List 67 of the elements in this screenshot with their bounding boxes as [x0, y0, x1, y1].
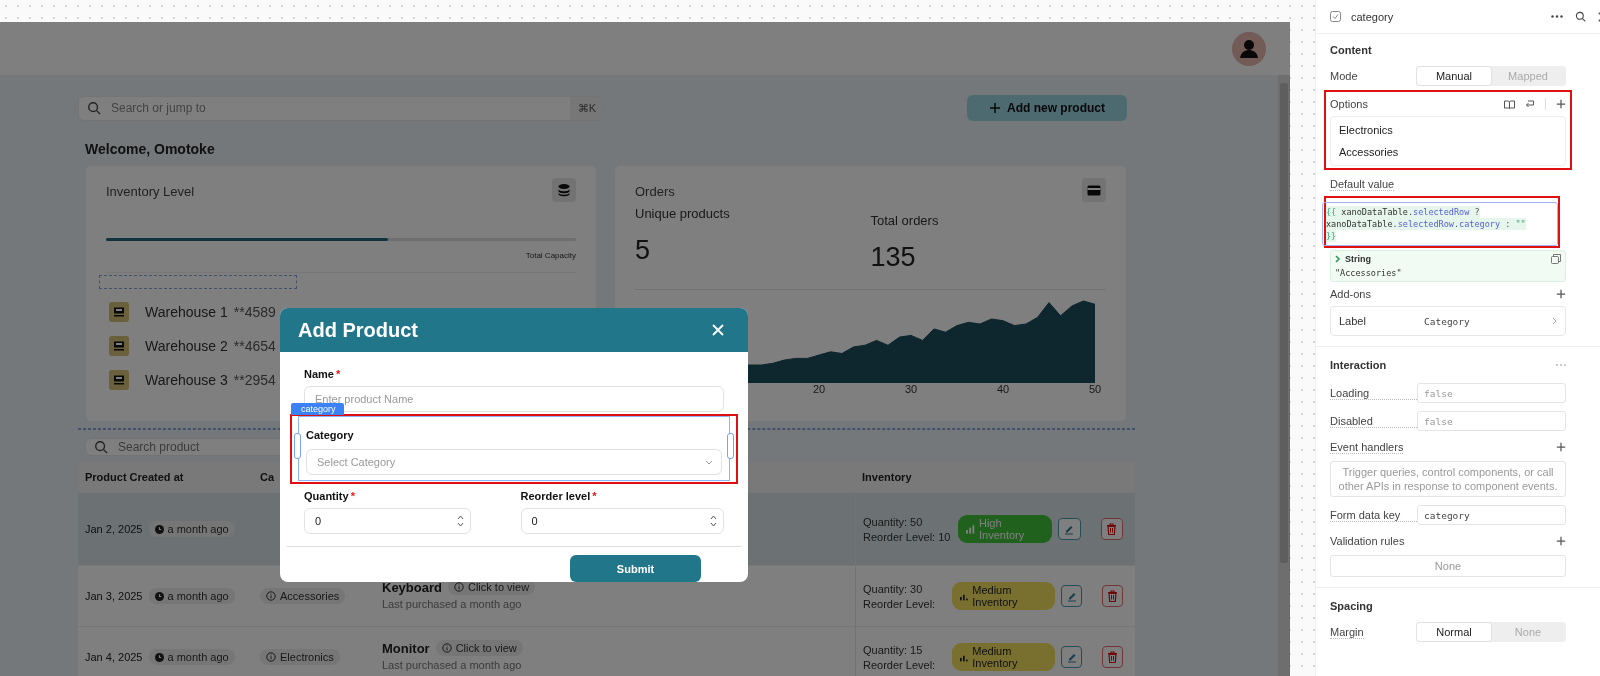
stock-level: High Inventory [978, 517, 1026, 541]
component-tag: category [291, 403, 344, 415]
field-label: Options [1330, 98, 1368, 110]
card-title: Inventory Level [106, 183, 195, 199]
component-name: category [1351, 10, 1395, 23]
axis-tick: 50 [1088, 383, 1102, 395]
category-name: Electronics [280, 651, 334, 663]
dialog-title: Add Product [298, 318, 418, 342]
created-date: Jan 3, 2025 [85, 590, 143, 602]
field-label: Add-ons [1330, 288, 1371, 300]
field-label: Quantity * [304, 490, 356, 502]
column-header: Product Created at [84, 471, 185, 483]
stat-label: Unique products [635, 206, 731, 221]
reorder-text: Reorder Level: [863, 658, 937, 671]
category-name: Accessories [280, 590, 340, 602]
section-heading: Content [1330, 44, 1372, 56]
field-label: Reorder level * [520, 490, 598, 502]
rules-list: None [1330, 555, 1566, 577]
product-name: Keyboard [382, 579, 442, 595]
axis-tick: 20 [812, 383, 826, 395]
relative-time: a month ago [167, 651, 229, 663]
last-purchased: Last purchased a month ago [382, 598, 523, 610]
section-heading: Spacing [1330, 600, 1373, 612]
field-label: Category [306, 429, 354, 441]
created-date: Jan 4, 2025 [85, 651, 143, 663]
result-type: String [1345, 254, 1371, 264]
result-value: "Accessories" [1335, 268, 1403, 278]
stock-level: Medium Inventory [972, 584, 1019, 608]
relative-time: a month ago [167, 590, 229, 602]
field-label: Validation rules [1330, 535, 1405, 547]
field-label: Margin [1330, 625, 1364, 639]
column-header: Ca [259, 471, 276, 483]
column-header: Inventory [861, 471, 913, 483]
addon-value: Category [1424, 315, 1470, 327]
warehouse-code: **2954 [233, 372, 276, 388]
quantity-text: Quantity: 50 [863, 515, 924, 528]
capacity-label: Total Capacity [524, 251, 576, 260]
reorder-text: Reorder Level: [863, 597, 937, 610]
axis-tick: 40 [996, 383, 1010, 395]
warehouse-name: Warehouse 2 [145, 338, 228, 354]
relative-time: a month ago [167, 523, 229, 535]
empty-hint: Trigger queries, control components, or call other APIs in response to component events. [1330, 461, 1566, 497]
addon-name: Label [1339, 315, 1367, 327]
axis-tick: 30 [904, 383, 918, 395]
last-purchased: Last purchased a month ago [382, 659, 523, 671]
welcome-heading: Welcome, Omotoke [85, 141, 216, 157]
quantity-text: Quantity: 30 [863, 582, 924, 595]
warehouse-code: **4654 [233, 338, 276, 354]
reorder-text: Reorder Level: 10 [863, 530, 952, 543]
warehouse-name: Warehouse 1 [145, 304, 228, 320]
stat-label: Total orders [870, 213, 940, 228]
stat-value: 5 [635, 235, 652, 266]
stat-value: 135 [870, 242, 917, 273]
card-title: Orders [635, 183, 675, 199]
product-name: Monitor [382, 640, 430, 656]
field-label: Event handlers [1330, 440, 1404, 454]
warehouse-name: Warehouse 3 [145, 372, 228, 388]
quantity-text: Quantity: 15 [863, 643, 924, 656]
field-label: Mode [1330, 70, 1358, 82]
stock-level: Medium Inventory [972, 645, 1019, 669]
field-label: Default value [1330, 177, 1395, 191]
warehouse-code: **4589 [233, 304, 276, 320]
created-date: Jan 2, 2025 [85, 523, 143, 535]
section-heading: Interaction [1330, 359, 1387, 371]
field-label: Name * [304, 368, 342, 380]
shortcut-hint: ⌘K [569, 96, 604, 120]
field-label: Form data key [1330, 508, 1417, 522]
